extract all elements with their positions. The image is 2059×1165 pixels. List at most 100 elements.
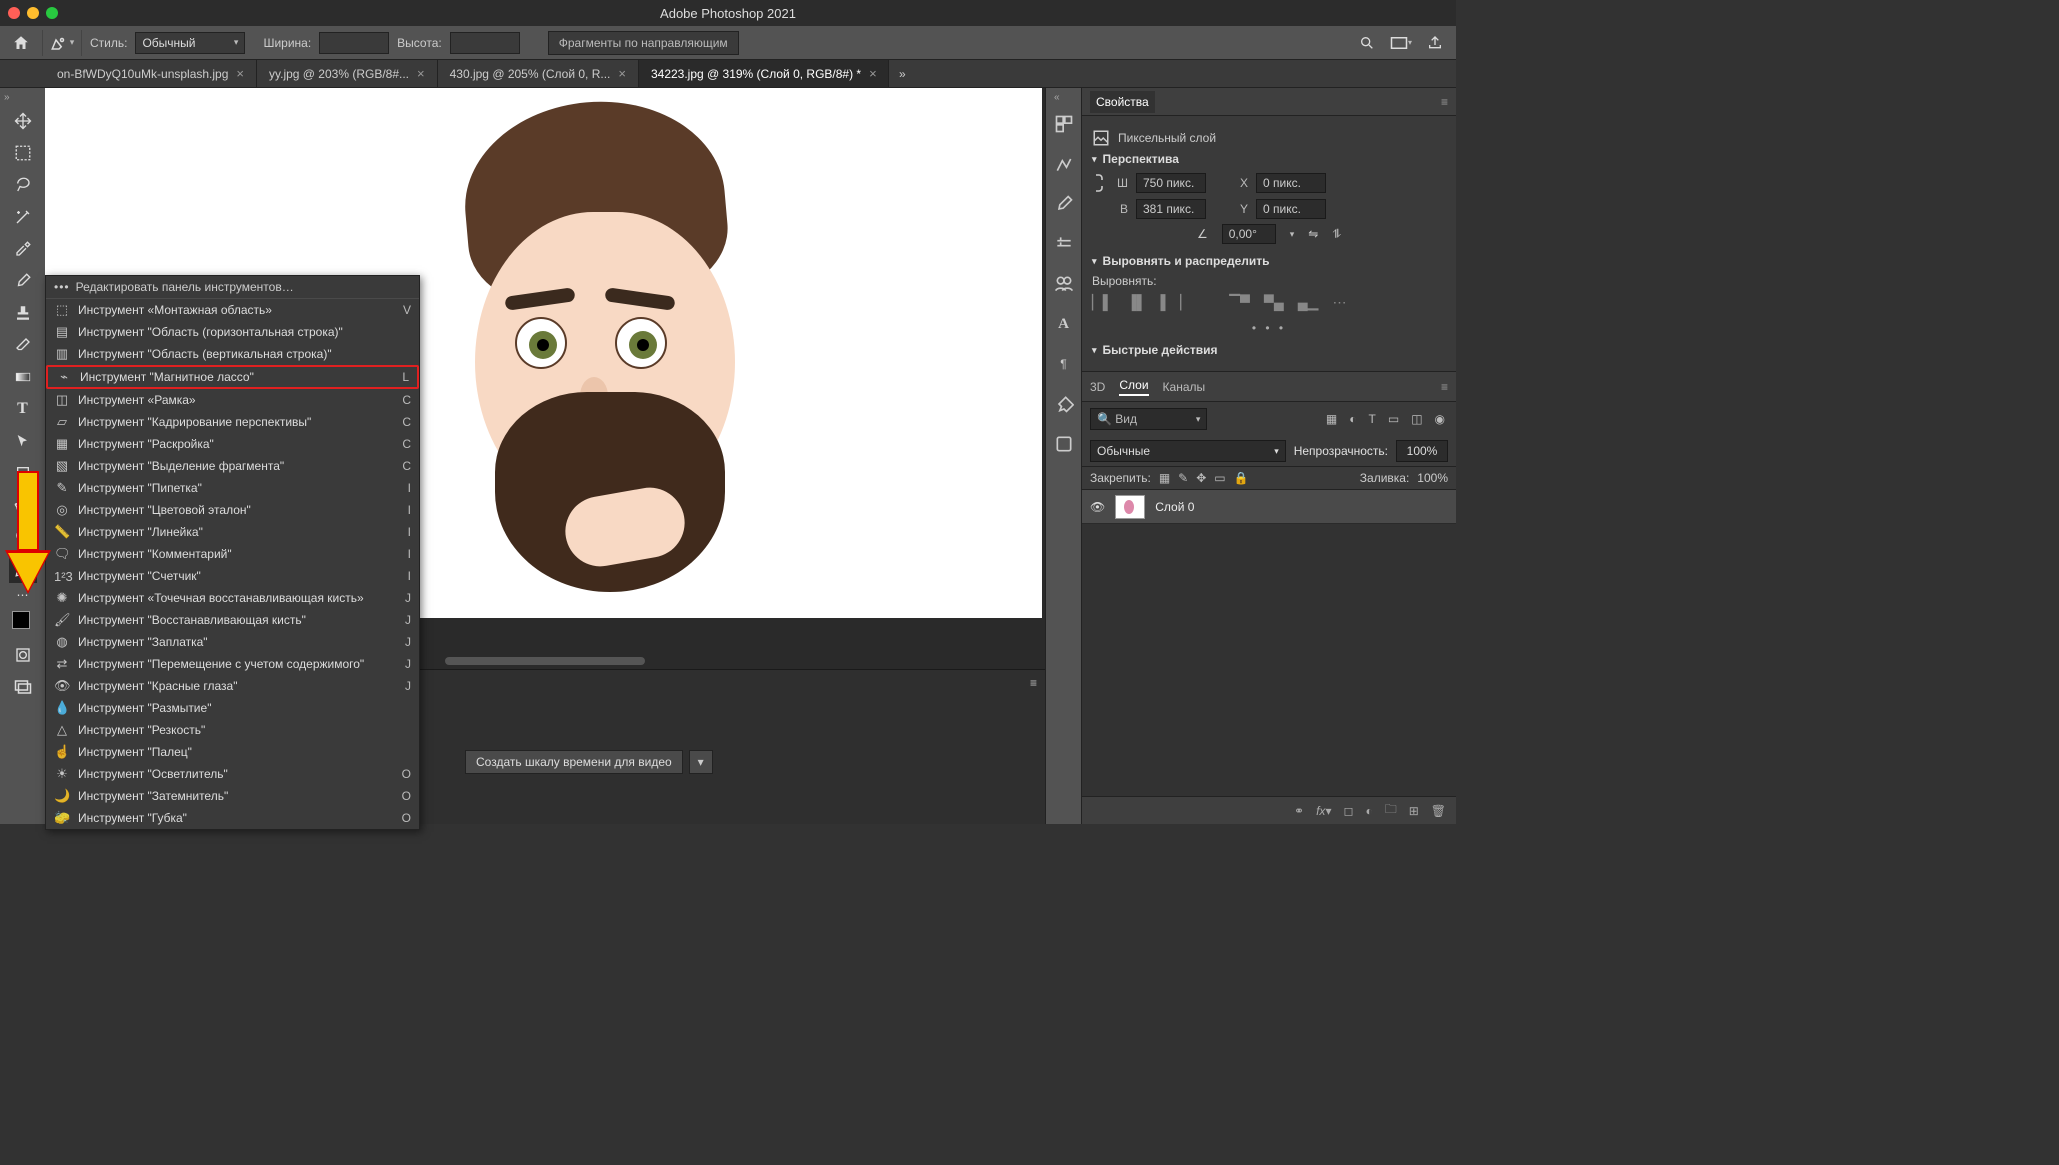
flyout-item[interactable]: ▥Инструмент "Область (вертикальная строк… <box>46 343 419 365</box>
flyout-item[interactable]: ☀Инструмент "Осветлитель"O <box>46 763 419 785</box>
link-layers-icon[interactable]: ⚭ <box>1294 804 1304 818</box>
flyout-item[interactable]: ✎Инструмент "Пипетка"I <box>46 477 419 499</box>
document-tab[interactable]: on-BfWDyQ10uMk-unsplash.jpg × <box>45 60 257 87</box>
align-vcenter-icon[interactable]: ▀▄ <box>1264 294 1284 311</box>
tab-channels[interactable]: Каналы <box>1163 380 1206 394</box>
filter-adjust-icon[interactable]: ◐ <box>1346 412 1359 426</box>
flyout-item[interactable]: ▧Инструмент "Выделение фрагмента"C <box>46 455 419 477</box>
delete-layer-icon[interactable]: 🗑 <box>1431 804 1446 818</box>
brush-tool-icon[interactable] <box>9 267 37 295</box>
color-swatches[interactable] <box>8 607 38 637</box>
document-tab[interactable]: 430.jpg @ 205% (Слой 0, R... × <box>438 60 639 87</box>
panel-menu-icon[interactable]: ≡ <box>1441 380 1448 394</box>
flyout-item[interactable]: 🌙Инструмент "Затемнитель"O <box>46 785 419 807</box>
tabs-overflow-icon[interactable]: » <box>889 60 916 87</box>
libraries-panel-icon[interactable] <box>1052 232 1076 256</box>
flyout-item[interactable]: 👁Инструмент "Красные глаза"J <box>46 675 419 697</box>
align-right-icon[interactable]: ▌▕ <box>1161 294 1182 311</box>
foreground-color-swatch[interactable] <box>12 611 30 629</box>
section-align[interactable]: ▾Выровнять и распределить <box>1092 254 1446 268</box>
opacity-value[interactable]: 100% <box>1396 440 1448 462</box>
flyout-item[interactable]: 🖌Инструмент "Восстанавливающая кисть"J <box>46 609 419 631</box>
move-tool-icon[interactable] <box>9 107 37 135</box>
flyout-item[interactable]: ▤Инструмент "Область (горизонтальная стр… <box>46 321 419 343</box>
actions-panel-icon[interactable] <box>1052 392 1076 416</box>
width-input[interactable] <box>319 32 389 54</box>
quick-mask-icon[interactable] <box>9 641 37 669</box>
add-mask-icon[interactable]: ◻ <box>1343 804 1353 818</box>
section-quick-actions[interactable]: ▾Быстрые действия <box>1092 343 1446 357</box>
link-wh-icon[interactable] <box>1092 172 1106 194</box>
segments-by-guides-button[interactable]: Фрагменты по направляющим <box>548 31 739 55</box>
align-bottom-icon[interactable]: ▄▁ <box>1298 294 1319 311</box>
document-tab[interactable]: yy.jpg @ 203% (RGB/8#... × <box>257 60 438 87</box>
screen-mode-icon[interactable] <box>9 673 37 701</box>
current-tool-icon[interactable]: ▾ <box>42 30 82 56</box>
search-icon[interactable] <box>1354 30 1380 56</box>
flip-horizontal-icon[interactable]: ⇋ <box>1308 227 1318 241</box>
lock-icon[interactable]: 🔒 <box>1234 471 1249 485</box>
layer-fx-icon[interactable]: fx▾ <box>1316 804 1331 818</box>
panel-menu-icon[interactable]: ≡ <box>1030 676 1037 690</box>
lasso-tool-icon[interactable] <box>9 171 37 199</box>
close-icon[interactable]: × <box>618 66 626 81</box>
brushes-panel-icon[interactable] <box>1052 192 1076 216</box>
home-icon[interactable] <box>8 30 34 56</box>
workspace-switcher-icon[interactable]: ▾ <box>1388 30 1414 56</box>
marquee-tool-icon[interactable] <box>9 139 37 167</box>
collapse-icon[interactable]: « <box>1054 92 1060 103</box>
type-tool-icon[interactable]: T <box>9 395 37 423</box>
stamp-tool-icon[interactable] <box>9 299 37 327</box>
filter-toggle-icon[interactable]: ◉ <box>1432 412 1448 426</box>
flyout-item[interactable]: ◫Инструмент «Рамка»C <box>46 389 419 411</box>
filter-smart-icon[interactable]: ◫ <box>1408 412 1425 426</box>
panel-menu-icon[interactable]: ≡ <box>1441 95 1448 109</box>
adjustments-panel-icon[interactable] <box>1052 152 1076 176</box>
section-perspective[interactable]: ▾Перспектива <box>1092 152 1446 166</box>
zoom-tool-icon[interactable] <box>9 523 37 551</box>
flyout-item[interactable]: ◎Инструмент "Цветовой эталон"I <box>46 499 419 521</box>
new-group-icon[interactable]: 🗀 <box>1385 800 1397 821</box>
history-panel-icon[interactable] <box>1052 432 1076 456</box>
lock-position-icon[interactable]: ✥ <box>1196 471 1206 485</box>
flyout-item[interactable]: ⌁Инструмент "Магнитное лассо"L <box>46 365 419 389</box>
flyout-item[interactable]: ◍Инструмент "Заплатка"J <box>46 631 419 653</box>
distribute-icon[interactable]: ⋯ <box>1332 294 1346 311</box>
edit-toolbar-icon[interactable] <box>9 555 37 583</box>
layer-item[interactable]: 👁 Слой 0 <box>1082 490 1456 524</box>
minimize-window-icon[interactable] <box>27 7 39 19</box>
ellipsis-tool-icon[interactable]: ⋯ <box>9 587 37 603</box>
lock-paint-icon[interactable]: ✎ <box>1178 471 1188 485</box>
glyphs-panel-icon[interactable]: A <box>1052 312 1076 336</box>
angle-value[interactable]: 0,00° <box>1222 224 1276 244</box>
flyout-item[interactable]: 📏Инструмент "Линейка"I <box>46 521 419 543</box>
character-panel-icon[interactable] <box>1052 272 1076 296</box>
layer-filter-select[interactable]: 🔍 Вид▾ <box>1090 408 1207 430</box>
flyout-item[interactable]: ⇄Инструмент "Перемещение с учетом содерж… <box>46 653 419 675</box>
eraser-tool-icon[interactable] <box>9 331 37 359</box>
flyout-item[interactable]: ⬚Инструмент «Монтажная область»V <box>46 299 419 321</box>
flip-vertical-icon[interactable]: ⥮ <box>1332 227 1341 242</box>
filter-shape-icon[interactable]: ▭ <box>1385 412 1402 426</box>
align-left-icon[interactable]: ▏▌ <box>1092 294 1113 311</box>
tab-layers[interactable]: Слои <box>1119 378 1148 396</box>
adjustment-layer-icon[interactable]: ◐ <box>1365 804 1372 818</box>
align-hcenter-icon[interactable]: ▐▌ <box>1127 294 1147 311</box>
width-value[interactable]: 750 пикс. <box>1136 173 1206 193</box>
blend-mode-select[interactable]: Обычные▾ <box>1090 440 1286 462</box>
close-icon[interactable]: × <box>236 66 244 81</box>
fill-value[interactable]: 100% <box>1417 471 1448 485</box>
paragraph-panel-icon[interactable]: ¶ <box>1052 352 1076 376</box>
color-panel-icon[interactable] <box>1052 112 1076 136</box>
flyout-item[interactable]: 1²3Инструмент "Счетчик"I <box>46 565 419 587</box>
flyout-item[interactable]: 🧽Инструмент "Губка"O <box>46 807 419 829</box>
hand-tool-icon[interactable] <box>9 491 37 519</box>
horizontal-scrollbar[interactable] <box>445 657 645 665</box>
path-select-tool-icon[interactable] <box>9 427 37 455</box>
close-window-icon[interactable] <box>8 7 20 19</box>
flyout-item[interactable]: 🗨Инструмент "Комментарий"I <box>46 543 419 565</box>
eyedropper-tool-icon[interactable] <box>9 235 37 263</box>
document-tab[interactable]: 34223.jpg @ 319% (Слой 0, RGB/8#) * × <box>639 60 889 87</box>
flyout-item[interactable]: ▦Инструмент "Раскройка"C <box>46 433 419 455</box>
flyout-item[interactable]: ☝Инструмент "Палец" <box>46 741 419 763</box>
